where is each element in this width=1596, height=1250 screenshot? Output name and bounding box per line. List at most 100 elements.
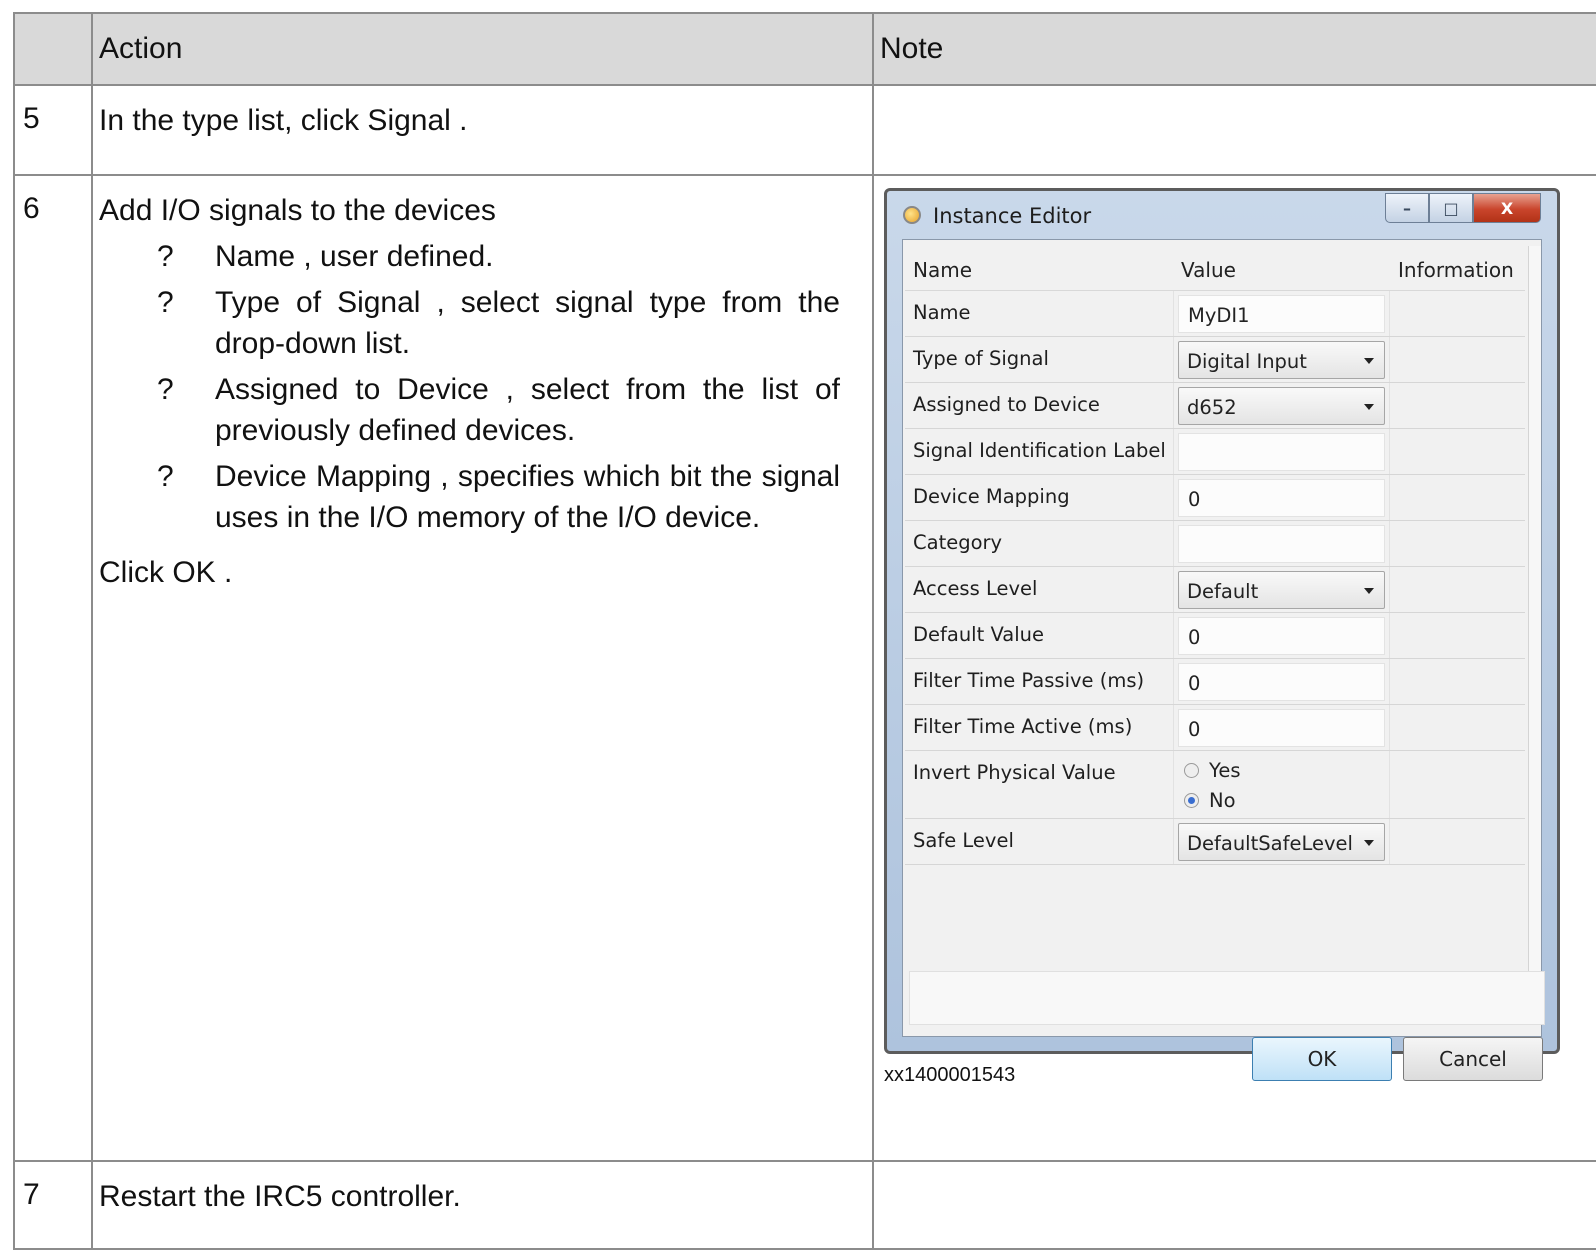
dialog-title: Instance Editor [933,204,1092,228]
dialog-title-bar[interactable]: Instance Editor – □ X [887,191,1557,241]
procedure-table: Action Note 5 In the type list, click Si… [13,12,1596,1250]
minimize-button[interactable]: – [1385,193,1429,223]
dropdown-arrow-icon [1364,358,1374,364]
column-header-information[interactable]: Information [1390,246,1525,290]
bullet-marker: ? [157,373,174,406]
property-label: Filter Time Active (ms) [913,715,1133,738]
property-label: Type of Signal [913,347,1049,370]
property-label: Name [913,301,971,324]
dropdown-arrow-icon [1364,840,1374,846]
maximize-button[interactable]: □ [1429,193,1473,223]
property-info [1390,567,1525,612]
property-label: Assigned to Device [913,393,1100,416]
access-level-dropdown[interactable]: Default [1178,571,1385,609]
table-header-row: Action Note [13,12,1596,86]
window-controls: – □ X [1385,193,1541,223]
property-label: Category [913,531,1003,554]
bullet-marker: ? [157,460,174,493]
table-row: 6 Add I/O signals to the devices ? Name ,… [13,174,1596,1162]
dropdown-arrow-icon [1364,588,1374,594]
filter-time-active-input[interactable]: 0 [1178,709,1385,747]
app-icon [903,206,921,224]
step-action: Restart the IRC5 controller. [91,1160,874,1250]
ok-button[interactable]: OK [1252,1037,1392,1081]
step-note [872,1160,1596,1250]
step-number: 6 [13,174,93,1162]
property-label: Invert Physical Value [913,761,1116,784]
step-note: Instance Editor – □ X Name Value Informa… [872,174,1596,1162]
step-note [872,84,1596,176]
instance-editor-dialog: Instance Editor – □ X Name Value Informa… [884,188,1560,1081]
bullet-text: Device Mapping , specifies which bit the… [215,460,840,534]
list-item: ? Device Mapping , specifies which bit th… [99,456,862,538]
dropdown-value: Default [1187,580,1259,603]
header-note: Note [872,12,1596,86]
property-label: Device Mapping [913,485,1070,508]
step-action: Add I/O signals to the devices ? Name , u… [91,174,874,1162]
cancel-button[interactable]: Cancel [1403,1037,1543,1081]
list-item: ? Name , user defined. [99,236,862,277]
safe-level-dropdown[interactable]: DefaultSafeLevel [1178,823,1385,861]
property-row-signal-identification-label: Signal Identification Label [905,429,1525,475]
close-button[interactable]: X [1473,193,1541,223]
grid-scrollbar[interactable] [1528,246,1541,998]
column-header-name[interactable]: Name [905,246,1173,290]
bullet-text: Name , user defined. [215,240,494,273]
bullet-text: Assigned to Device , select from the lis… [215,373,840,447]
property-info [1390,659,1525,704]
property-info [1390,475,1525,520]
radio-option-no[interactable]: No [1178,785,1385,815]
dropdown-value: Digital Input [1187,350,1307,373]
step-action: In the type list, click Signal . [91,84,874,176]
property-label: Default Value [913,623,1044,646]
bullet-marker: ? [157,286,174,319]
radio-button[interactable] [1184,762,1199,778]
filter-time-passive-input[interactable]: 0 [1178,663,1385,701]
property-row-filter-time-passive: Filter Time Passive (ms) 0 [905,659,1525,705]
property-row-access-level: Access Level Default [905,567,1525,613]
property-row-invert-physical-value: Invert Physical Value Yes No [905,751,1525,819]
property-row-default-value: Default Value 0 [905,613,1525,659]
dropdown-value: DefaultSafeLevel [1187,832,1353,855]
property-info [1390,751,1525,818]
figure-id: xx1400001543 [884,1064,1016,1086]
bullet-text: Type of Signal , select signal type from… [215,286,840,360]
property-row-type-of-signal: Type of Signal Digital Input [905,337,1525,383]
signal-identification-label-input[interactable] [1178,433,1385,471]
radio-button[interactable] [1184,792,1199,808]
table-row: 7 Restart the IRC5 controller. [13,1160,1596,1250]
radio-label: No [1209,788,1236,812]
description-panel [909,971,1545,1025]
device-mapping-input[interactable]: 0 [1178,479,1385,517]
list-item: ? Assigned to Device , select from the li… [99,369,862,451]
action-outro: Click OK . [99,556,233,589]
header-step-number [13,12,93,86]
property-info [1390,429,1525,474]
list-item: ? Type of Signal , select signal type fro… [99,282,862,364]
radio-option-yes[interactable]: Yes [1178,755,1385,785]
property-info [1390,819,1525,864]
property-info [1390,291,1525,336]
bullet-list: ? Name , user defined. ? Type of Signal , … [99,236,862,538]
property-info [1390,383,1525,428]
property-label: Signal Identification Label [913,439,1166,462]
assigned-to-device-dropdown[interactable]: d652 [1178,387,1385,425]
property-label: Safe Level [913,829,1014,852]
property-row-filter-time-active: Filter Time Active (ms) 0 [905,705,1525,751]
column-header-value[interactable]: Value [1173,246,1390,290]
property-label: Filter Time Passive (ms) [913,669,1145,692]
dropdown-value: d652 [1187,396,1237,419]
type-of-signal-dropdown[interactable]: Digital Input [1178,341,1385,379]
bullet-marker: ? [157,240,174,273]
property-label: Access Level [913,577,1038,600]
name-input[interactable]: MyDI1 [1178,295,1385,333]
step-number: 7 [13,1160,93,1250]
property-row-safe-level: Safe Level DefaultSafeLevel [905,819,1525,865]
default-value-input[interactable]: 0 [1178,617,1385,655]
property-info [1390,613,1525,658]
category-input[interactable] [1178,525,1385,563]
dialog-client-area: Name Value Information Name MyDI1 Type o… [902,239,1545,1081]
property-row-assigned-to-device: Assigned to Device d652 [905,383,1525,429]
header-action: Action [91,12,874,86]
property-row-category: Category [905,521,1525,567]
